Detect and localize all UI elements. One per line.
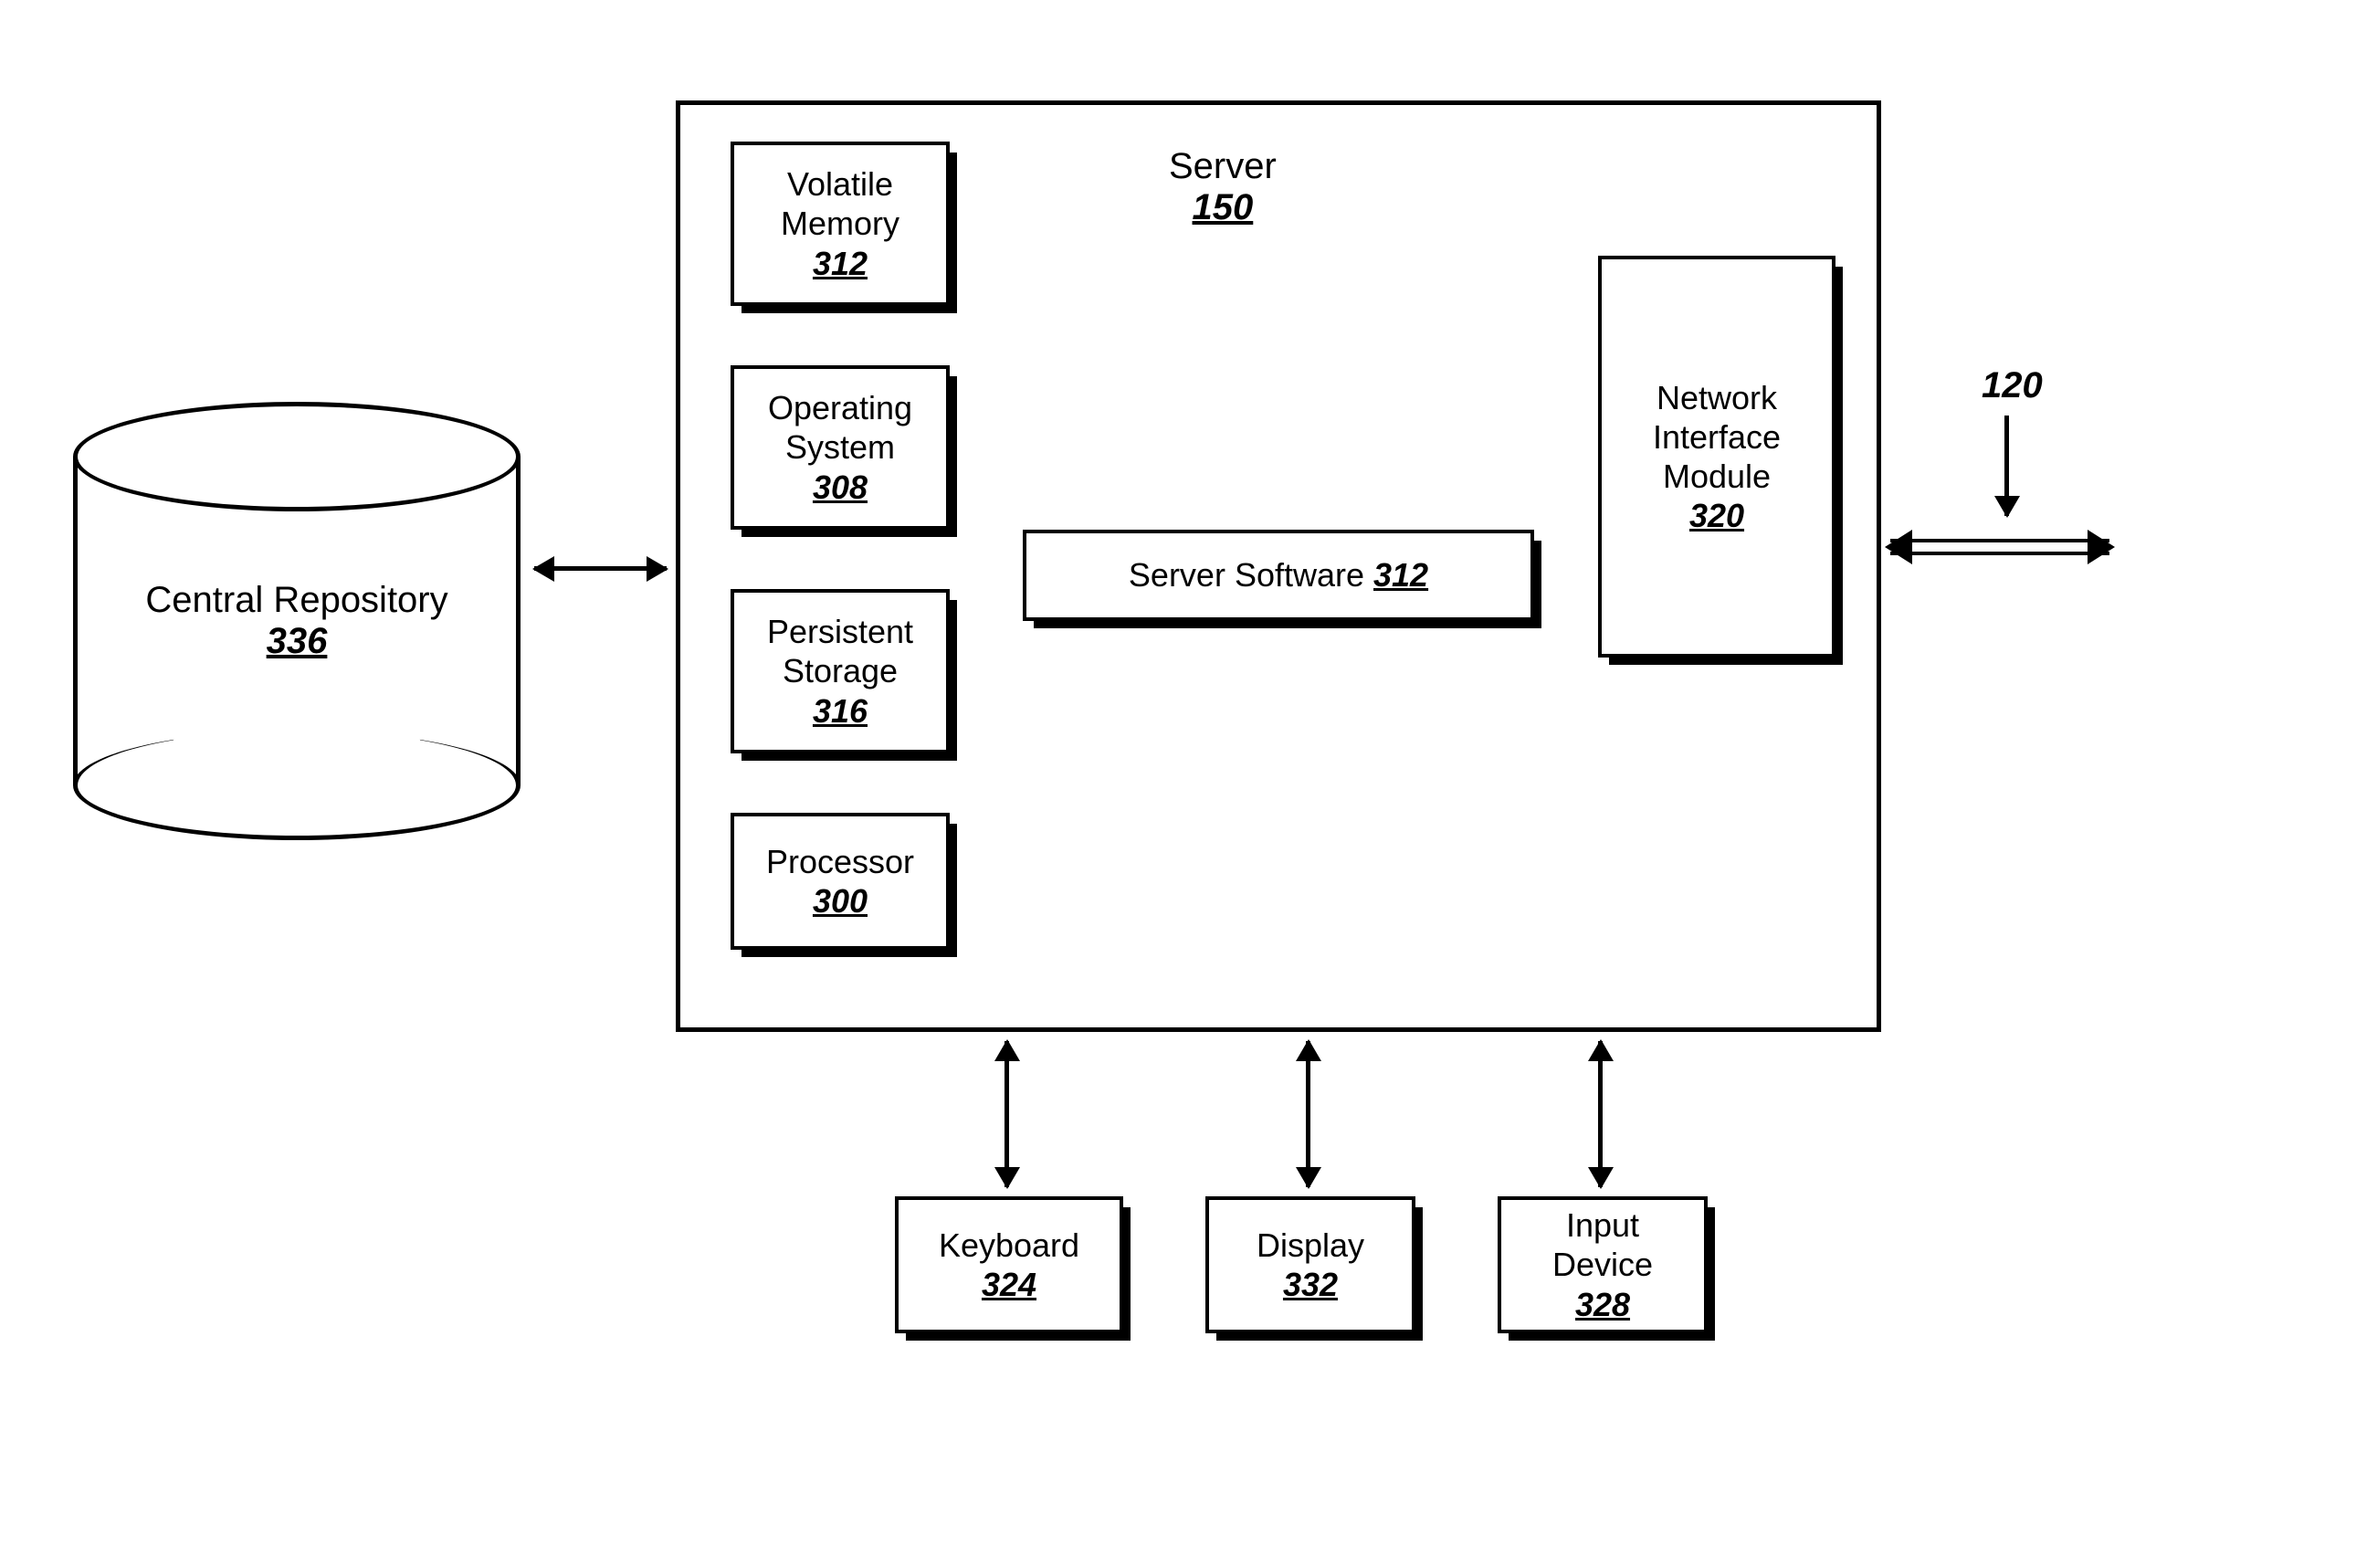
volatile-memory-ref: 312 xyxy=(813,244,868,283)
processor-ref: 300 xyxy=(813,881,868,921)
operating-system-label: Operating System xyxy=(768,388,912,467)
processor-box: Processor 300 xyxy=(731,813,950,950)
persistent-storage-label: Persistent Storage xyxy=(767,612,913,690)
persistent-storage-box: Persistent Storage 316 xyxy=(731,589,950,753)
keyboard-ref: 324 xyxy=(982,1265,1036,1304)
network-interface-ref: 320 xyxy=(1689,496,1744,535)
arrow-server-keyboard xyxy=(1004,1041,1009,1187)
server-label-text: Server xyxy=(1169,146,1277,186)
server-title: Server 150 xyxy=(1169,146,1277,228)
network-interface-box: Network Interface Module 320 xyxy=(1598,256,1835,658)
server-ref: 150 xyxy=(1193,187,1254,227)
arrow-server-display xyxy=(1306,1041,1310,1187)
repository-label: Central Repository xyxy=(145,580,447,621)
arrow-repo-server xyxy=(534,566,667,571)
server-software-box: Server Software 312 xyxy=(1023,530,1534,621)
keyboard-label: Keyboard xyxy=(939,1226,1079,1265)
server-software-label: Server Software xyxy=(1129,555,1364,595)
external-ref-label: 120 xyxy=(1982,365,2043,406)
volatile-memory-label: Volatile Memory xyxy=(781,164,899,243)
arrow-120 xyxy=(2004,416,2009,516)
operating-system-ref: 308 xyxy=(813,468,868,507)
arrow-network-external xyxy=(1890,539,2109,555)
input-device-label: Input Device xyxy=(1552,1205,1653,1284)
input-device-box: Input Device 328 xyxy=(1498,1196,1708,1333)
arrow-server-input-device xyxy=(1598,1041,1603,1187)
operating-system-box: Operating System 308 xyxy=(731,365,950,530)
network-interface-label: Network Interface Module xyxy=(1653,378,1781,497)
central-repository-cylinder: Central Repository 336 xyxy=(73,402,521,840)
display-label: Display xyxy=(1257,1226,1364,1265)
server-software-ref: 312 xyxy=(1373,555,1428,595)
display-ref: 332 xyxy=(1283,1265,1338,1304)
diagram-canvas: Central Repository 336 Server 150 Volati… xyxy=(0,0,2356,1568)
repository-ref: 336 xyxy=(267,621,328,662)
keyboard-box: Keyboard 324 xyxy=(895,1196,1123,1333)
display-box: Display 332 xyxy=(1205,1196,1415,1333)
persistent-storage-ref: 316 xyxy=(813,691,868,731)
processor-label: Processor xyxy=(766,842,914,881)
volatile-memory-box: Volatile Memory 312 xyxy=(731,142,950,306)
input-device-ref: 328 xyxy=(1575,1285,1630,1324)
